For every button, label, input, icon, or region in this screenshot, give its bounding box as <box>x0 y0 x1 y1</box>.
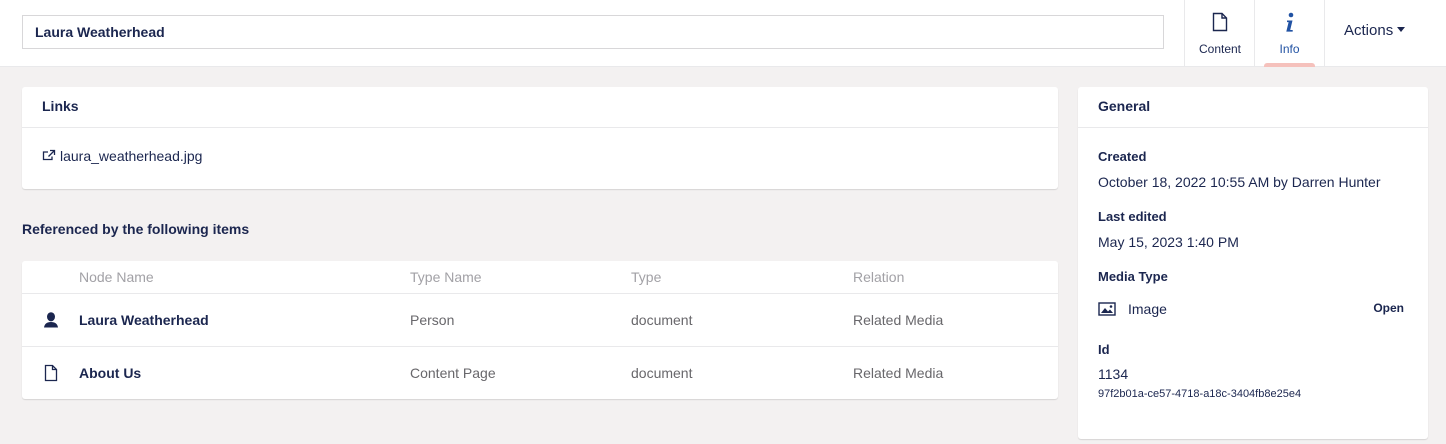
table-row: About Us Content Page document Related M… <box>22 347 1058 400</box>
document-icon <box>42 364 60 382</box>
last-edited-label: Last edited <box>1098 209 1167 224</box>
links-title: Links <box>22 87 1058 128</box>
editor-header: Content Info Actions <box>0 0 1446 67</box>
row-type-name: Content Page <box>410 365 496 381</box>
row-relation: Related Media <box>853 312 944 328</box>
tab-content[interactable]: Content <box>1184 0 1255 67</box>
table-header: Node Name Type Name Type Relation <box>22 261 1058 294</box>
column-header-type-name: Type Name <box>410 269 482 285</box>
references-table: Node Name Type Name Type Relation Laura … <box>22 261 1058 399</box>
row-type: document <box>631 365 693 381</box>
column-header-node-name: Node Name <box>79 269 154 285</box>
column-header-relation: Relation <box>853 269 905 285</box>
tab-label: Info <box>1279 42 1300 56</box>
last-edited-value: May 15, 2023 1:40 PM <box>1098 234 1239 250</box>
id-label: Id <box>1098 342 1110 357</box>
open-media-type-button[interactable]: Open <box>1373 301 1404 315</box>
row-type-name: Person <box>410 312 455 328</box>
references-title: Referenced by the following items <box>22 221 250 237</box>
picture-icon <box>1098 302 1116 316</box>
external-link-icon <box>42 148 56 164</box>
general-panel: General Created October 18, 2022 10:55 A… <box>1078 87 1428 439</box>
guid-value: 97f2b01a-ce57-4718-a18c-3404fb8e25e4 <box>1098 388 1302 400</box>
active-tab-indicator <box>1264 63 1315 67</box>
link-label: laura_weatherhead.jpg <box>60 148 203 164</box>
media-type-value: Image <box>1128 301 1167 317</box>
column-header-type: Type <box>631 269 662 285</box>
general-title: General <box>1078 87 1428 128</box>
tab-info[interactable]: Info <box>1254 0 1325 67</box>
media-type-label: Media Type <box>1098 269 1168 284</box>
row-node-name-link[interactable]: Laura Weatherhead <box>79 312 209 328</box>
id-value: 1134 <box>1098 366 1129 382</box>
media-file-link[interactable]: laura_weatherhead.jpg <box>42 148 202 164</box>
row-relation: Related Media <box>853 365 944 381</box>
created-value: October 18, 2022 10:55 AM by Darren Hunt… <box>1098 174 1381 190</box>
actions-button[interactable]: Actions <box>1344 22 1406 39</box>
created-label: Created <box>1098 149 1147 164</box>
links-panel: Links laura_weatherhead.jpg <box>22 87 1058 189</box>
caret-down-icon <box>1397 27 1406 32</box>
tab-label: Content <box>1198 42 1242 56</box>
table-row: Laura Weatherhead Person document Relate… <box>22 294 1058 347</box>
user-icon <box>42 311 60 329</box>
row-node-name-link[interactable]: About Us <box>79 365 141 381</box>
info-icon <box>1255 12 1324 34</box>
name-input[interactable] <box>22 15 1164 49</box>
actions-label: Actions <box>1344 22 1394 39</box>
document-icon <box>1185 12 1255 34</box>
row-type: document <box>631 312 693 328</box>
